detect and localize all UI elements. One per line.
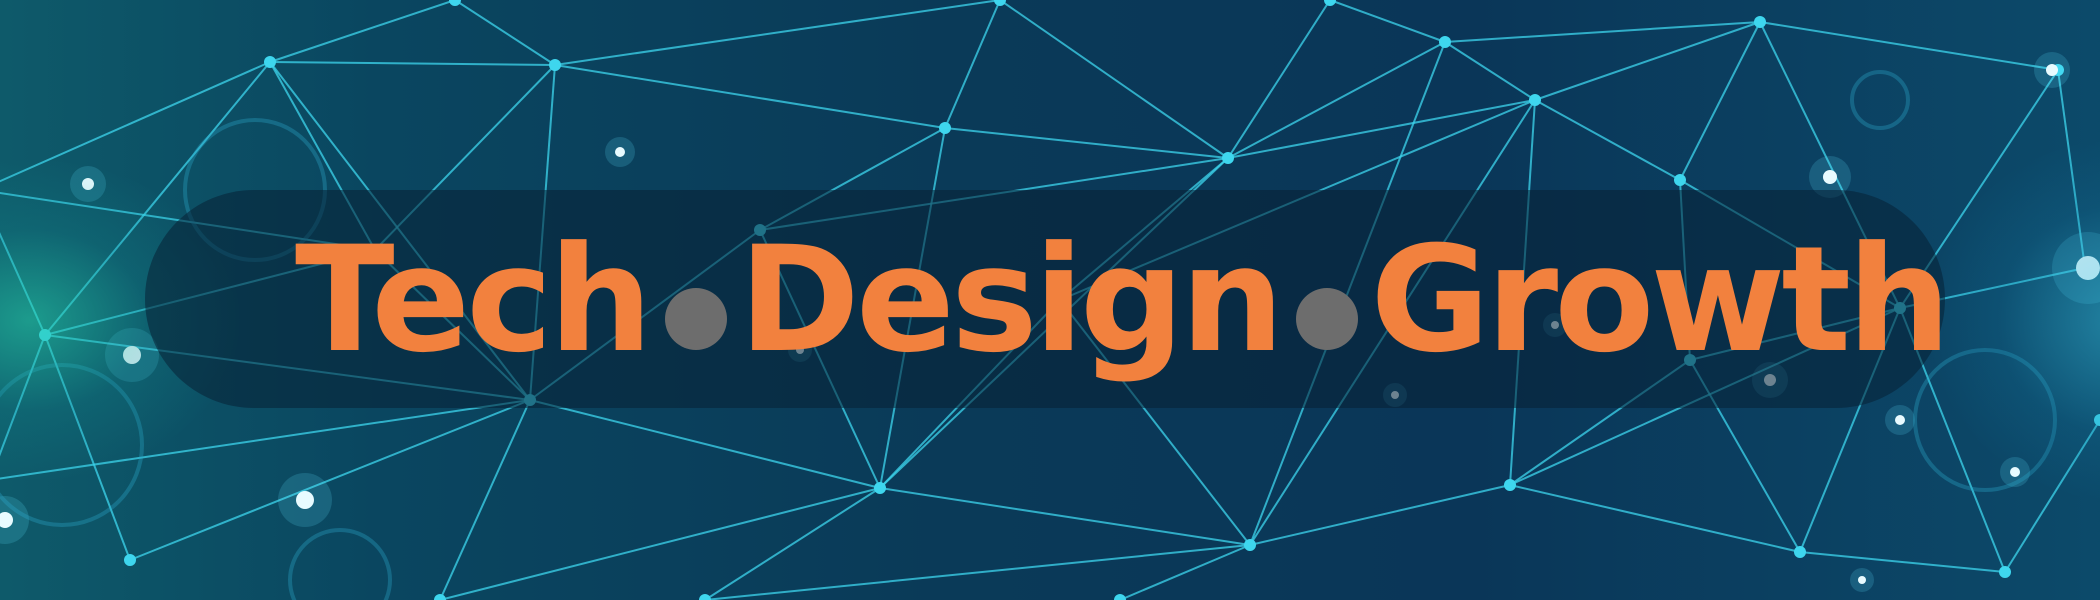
network-line xyxy=(554,0,1001,66)
network-line xyxy=(1444,41,1536,101)
network-node xyxy=(939,122,951,134)
bokeh-ring xyxy=(288,528,392,600)
network-node xyxy=(1222,152,1234,164)
sparkle xyxy=(1823,170,1837,184)
network-line xyxy=(0,334,46,457)
network-node xyxy=(874,482,886,494)
tagline-word-design: Design xyxy=(738,215,1285,385)
network-node xyxy=(39,329,51,341)
network-line xyxy=(1759,21,2059,71)
network-node xyxy=(549,59,561,71)
network-line xyxy=(529,399,881,489)
network-node xyxy=(1504,479,1516,491)
separator-dot-icon xyxy=(1296,288,1359,350)
network-node xyxy=(1999,566,2011,578)
network-line xyxy=(0,232,46,336)
network-node xyxy=(2094,414,2100,426)
network-line xyxy=(1227,0,1331,159)
network-node xyxy=(1529,94,1541,106)
network-line xyxy=(944,127,1229,159)
network-line xyxy=(879,487,1251,546)
bokeh-ring xyxy=(1850,70,1910,130)
sparkle xyxy=(2010,467,2020,477)
network-line xyxy=(1329,0,1446,43)
network-node xyxy=(449,0,461,6)
network-line xyxy=(1534,99,1681,181)
network-line xyxy=(1799,551,2006,573)
tagline: Tech Design Growth xyxy=(295,200,1951,400)
network-line xyxy=(1119,544,1251,600)
network-line xyxy=(439,487,881,600)
network-node xyxy=(264,56,276,68)
network-line xyxy=(454,0,556,66)
sparkle xyxy=(2046,64,2058,76)
network-node xyxy=(124,554,136,566)
network-line xyxy=(999,0,1229,159)
network-line xyxy=(704,487,881,600)
network-node xyxy=(994,0,1006,6)
sparkle xyxy=(123,346,141,364)
network-line xyxy=(0,399,531,480)
network-node xyxy=(1439,36,1451,48)
network-line xyxy=(269,0,456,63)
network-node xyxy=(1794,546,1806,558)
network-line xyxy=(1227,99,1536,159)
sparkle xyxy=(82,178,94,190)
network-line xyxy=(1509,484,1801,553)
sparkle xyxy=(2076,256,2100,280)
network-node xyxy=(1674,174,1686,186)
sparkle xyxy=(1858,576,1866,584)
network-node xyxy=(1754,16,1766,28)
tagline-word-growth: Growth xyxy=(1370,215,1951,385)
network-line xyxy=(554,64,946,129)
network-line xyxy=(944,0,1001,129)
network-line xyxy=(704,544,1251,600)
sparkle xyxy=(296,491,314,509)
tagline-word-tech: Tech xyxy=(295,215,653,385)
network-line xyxy=(269,61,556,66)
network-node xyxy=(1114,594,1126,600)
separator-dot-icon xyxy=(664,288,727,350)
bokeh-ring xyxy=(0,363,144,527)
network-node xyxy=(699,594,711,600)
network-node xyxy=(1244,539,1256,551)
sparkle xyxy=(615,147,625,157)
network-line xyxy=(1227,41,1446,159)
sparkle xyxy=(1895,415,1905,425)
network-node xyxy=(434,594,446,600)
network-line xyxy=(1249,484,1511,546)
banner: Tech Design Growth xyxy=(0,0,2100,600)
network-line xyxy=(129,399,531,561)
